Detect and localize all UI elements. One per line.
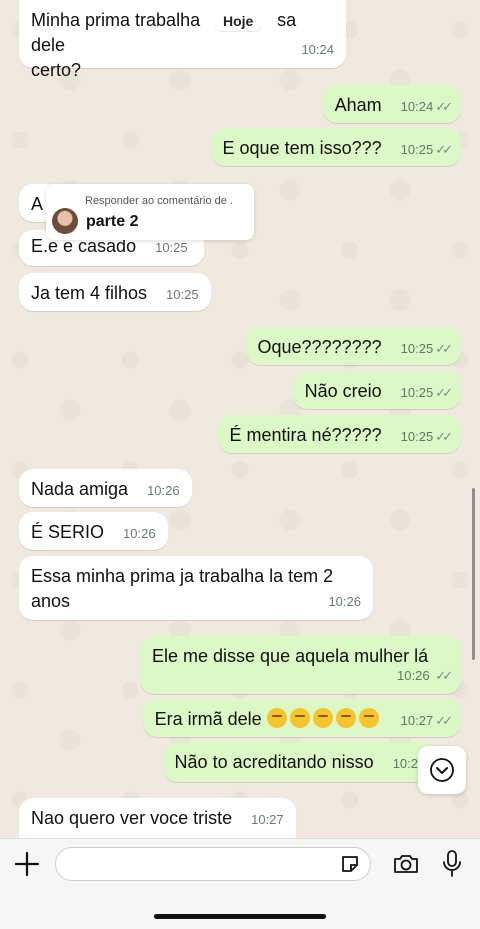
message-time: 10:26 ✓✓: [397, 668, 453, 683]
avatar: [52, 208, 78, 234]
reply-comment-card[interactable]: Responder ao comentário de . parte 2: [46, 184, 254, 240]
message-out[interactable]: Ele me disse que aquela mulher lá 10:26 …: [140, 636, 461, 694]
message-time: 10:27: [251, 812, 284, 827]
message-text: É mentira né?????: [229, 425, 382, 445]
double-check-icon: ✓✓: [435, 142, 453, 157]
message-time: 10:27: [400, 713, 434, 728]
message-time: 10:26: [123, 526, 156, 541]
double-check-icon: ✓✓: [435, 713, 453, 728]
thinking-emoji-icon: [358, 708, 379, 728]
reply-card-title: parte 2: [86, 213, 139, 230]
message-input[interactable]: [55, 847, 371, 881]
message-text: Não creio: [304, 381, 382, 401]
composer-bar: [0, 838, 480, 929]
message-in[interactable]: Nada amiga 10:26: [19, 469, 192, 507]
message-text: Ja tem 4 filhos: [31, 283, 148, 303]
message-out[interactable]: Aham 10:24 ✓✓: [322, 85, 461, 123]
message-time: 10:24: [301, 42, 334, 57]
microphone-icon[interactable]: [441, 849, 463, 879]
message-out[interactable]: É mentira né????? 10:25 ✓✓: [217, 415, 461, 453]
message-out[interactable]: E oque tem isso??? 10:25 ✓✓: [210, 128, 461, 166]
double-check-icon: ✓✓: [435, 341, 453, 356]
message-out[interactable]: Oque???????? 10:25 ✓✓: [245, 327, 461, 365]
thinking-emoji-icon: [335, 708, 356, 728]
message-time: 10:25: [400, 142, 434, 157]
double-check-icon: ✓✓: [435, 99, 453, 114]
message-text: A: [31, 194, 44, 214]
message-text: É SERIO: [31, 522, 105, 542]
double-check-icon: ✓✓: [435, 429, 453, 444]
message-text-line2: anos: [31, 591, 71, 611]
scrollbar[interactable]: [472, 488, 475, 660]
message-out[interactable]: Não to acreditando nisso 10:2: [162, 742, 430, 782]
message-time: 10:25: [400, 429, 434, 444]
message-in[interactable]: Ja tem 4 filhos 10:25: [19, 273, 211, 311]
message-in[interactable]: Minha prima trabalha sa dele certo? 10:2…: [19, 0, 346, 80]
thinking-emoji-icon: [266, 708, 287, 728]
message-text-line2: certo?: [31, 60, 82, 80]
message-text: Nada amiga: [31, 479, 129, 499]
plus-icon[interactable]: [14, 851, 40, 877]
message-time: 10:25: [166, 287, 199, 302]
message-text: E oque tem isso???: [222, 138, 382, 158]
message-in[interactable]: Nao quero ver voce triste 10:27: [19, 798, 296, 838]
date-chip: Hoje: [214, 11, 263, 31]
scroll-to-bottom-button[interactable]: [418, 746, 466, 794]
reply-card-header: Responder ao comentário de .: [85, 195, 233, 207]
double-check-icon: ✓✓: [435, 668, 453, 683]
camera-icon[interactable]: [392, 853, 420, 875]
message-time: 10:26: [328, 594, 361, 609]
thinking-emoji-icon: [312, 708, 333, 728]
message-text: Não to acreditando nisso: [174, 752, 374, 772]
thinking-emoji-icon: [289, 708, 310, 728]
message-text: Era irmã dele: [154, 709, 262, 729]
message-in[interactable]: É SERIO 10:26: [19, 512, 168, 550]
message-time: 10:25: [400, 385, 434, 400]
home-indicator: [154, 914, 326, 919]
message-text: Aham: [334, 95, 382, 115]
message-out[interactable]: Não creio 10:25 ✓✓: [292, 371, 461, 409]
message-time: 10:2: [392, 756, 418, 771]
sticker-icon[interactable]: [339, 853, 361, 875]
message-time: 10:25: [400, 341, 434, 356]
message-text: Essa minha prima ja trabalha la tem 2: [31, 566, 334, 586]
message-in[interactable]: Essa minha prima ja trabalha la tem 2 an…: [19, 556, 373, 620]
message-time: 10:24: [400, 99, 434, 114]
message-time: 10:26: [147, 483, 180, 498]
message-text: Ele me disse que aquela mulher lá: [152, 646, 429, 666]
message-text: Oque????????: [257, 337, 382, 357]
message-text: Minha prima trabalha: [31, 10, 201, 30]
message-text: Nao quero ver voce triste: [31, 808, 233, 828]
chevron-down-icon: [430, 758, 454, 782]
message-out[interactable]: Era irmã dele 10:27 ✓✓: [142, 699, 461, 737]
chat-area: Minha prima trabalha sa dele certo? 10:2…: [0, 0, 480, 838]
double-check-icon: ✓✓: [435, 385, 453, 400]
